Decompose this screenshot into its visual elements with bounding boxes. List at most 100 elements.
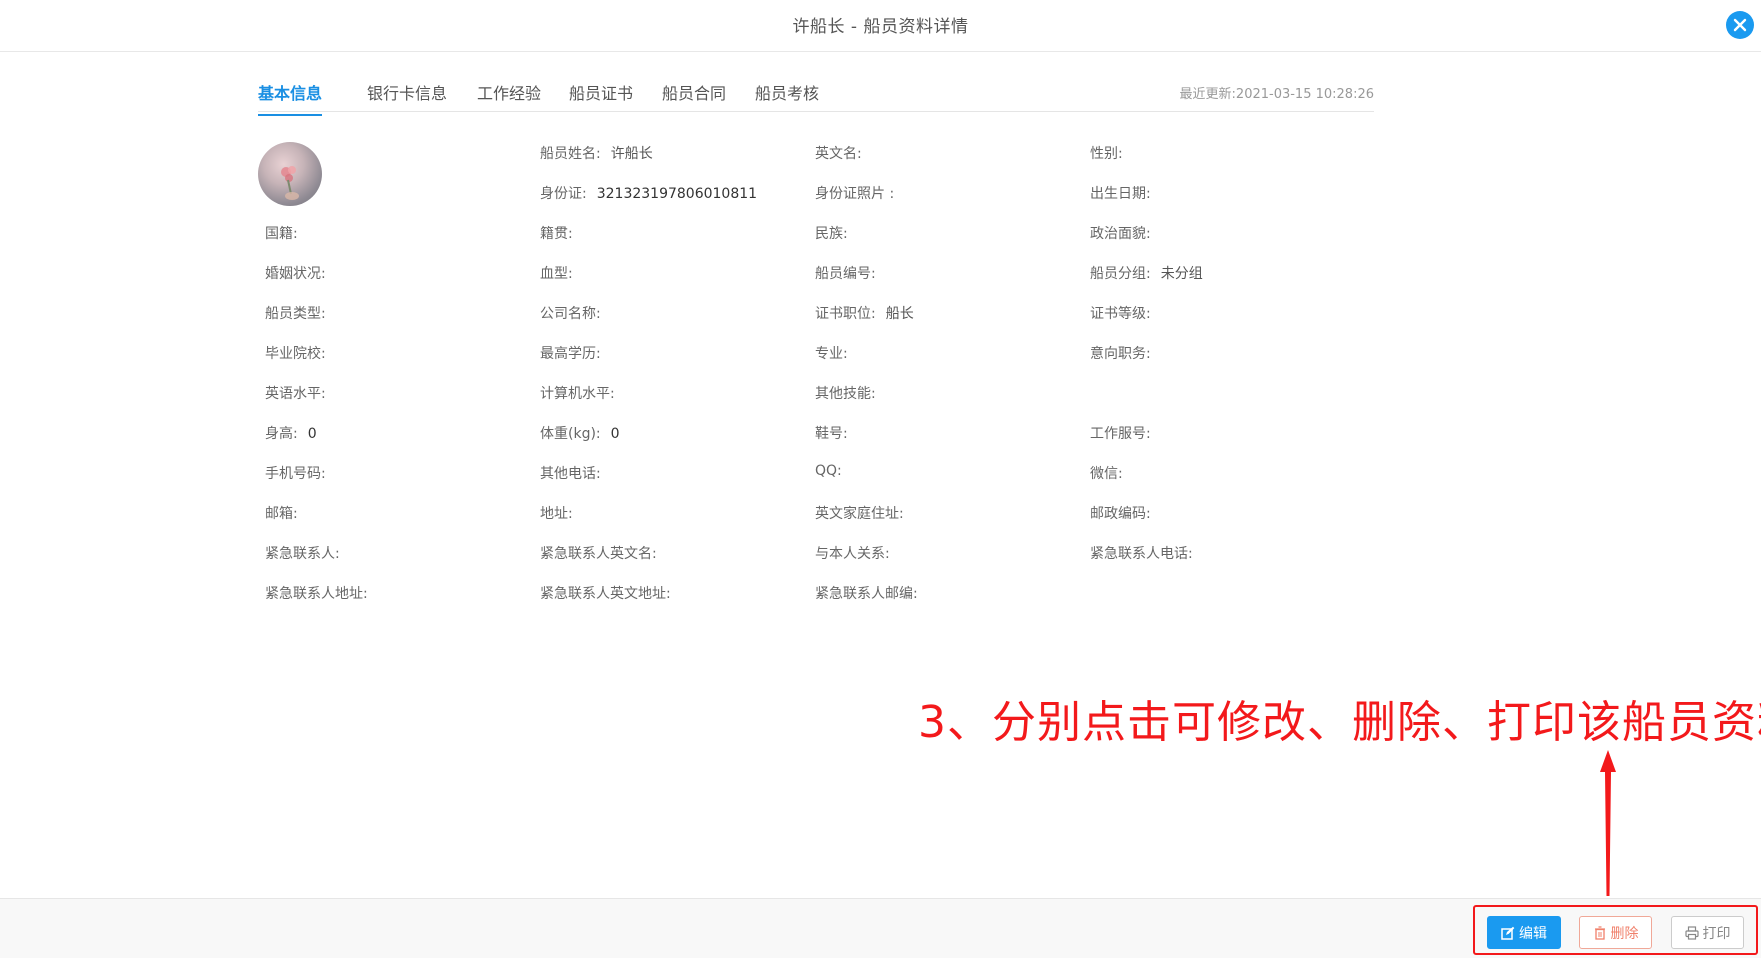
emergency-contact-en-label: 紧急联系人英文名: [540,546,657,562]
field-address: 地址: [540,503,583,523]
tab-work-experience[interactable]: 工作经验 [477,80,541,114]
field-emergency-address: 紧急联系人地址: [265,583,378,603]
emergency-address-en-label: 紧急联系人英文地址: [540,586,671,602]
gender-label: 性别: [1090,146,1123,162]
field-weight: 体重(kg): 0 [540,423,620,443]
other-skills-label: 其他技能: [815,386,876,402]
field-cert-level: 证书等级: [1090,303,1161,323]
edit-button[interactable]: 编辑 [1487,916,1561,949]
english-name-label: 英文名: [815,146,862,162]
mobile-label: 手机号码: [265,466,326,482]
nationality-label: 国籍: [265,226,298,242]
last-update-timestamp: 最近更新:2021-03-15 10:28:26 [1179,87,1374,102]
cert-level-label: 证书等级: [1090,306,1151,322]
avatar [258,142,322,206]
marital-status-label: 婚姻状况: [265,266,326,282]
field-emergency-postcode: 紧急联系人邮编: [815,583,928,603]
printer-icon [1684,925,1699,940]
close-icon [1733,18,1747,32]
postal-code-label: 邮政编码: [1090,506,1151,522]
close-button[interactable] [1726,11,1754,39]
field-major: 专业: [815,343,858,363]
field-height: 身高: 0 [265,423,317,443]
field-ethnicity: 民族: [815,223,858,243]
field-emergency-address-en: 紧急联系人英文地址: [540,583,681,603]
field-marital-status: 婚姻状况: [265,263,336,283]
relationship-label: 与本人关系: [815,546,890,562]
field-native-place: 籍贯: [540,223,583,243]
crew-number-label: 船员编号: [815,266,876,282]
id-photo-label: 身份证照片 : [815,186,895,202]
english-home-address-label: 英文家庭住址: [815,506,904,522]
dialog-header: 许船长 - 船员资料详情 [0,0,1761,52]
intended-position-label: 意向职务: [1090,346,1151,362]
emergency-postcode-label: 紧急联系人邮编: [815,586,918,602]
field-wechat: 微信: [1090,463,1133,483]
delete-button[interactable]: 删除 [1579,916,1652,949]
field-cert-position: 证书职位: 船长 [815,303,914,323]
qq-label: QQ: [815,463,842,479]
crew-name-label: 船员姓名: [540,146,601,162]
computer-level-label: 计算机水平: [540,386,615,402]
education-label: 最高学历: [540,346,601,362]
field-crew-type: 船员类型: [265,303,336,323]
uniform-size-label: 工作服号: [1090,426,1151,442]
field-intended-position: 意向职务: [1090,343,1161,363]
id-card-label: 身份证: [540,186,587,202]
field-english-name: 英文名: [815,143,872,163]
field-english-home-address: 英文家庭住址: [815,503,914,523]
field-crew-group: 船员分组: 未分组 [1090,263,1203,283]
other-phone-label: 其他电话: [540,466,601,482]
tab-bar: 基本信息 银行卡信息 工作经验 船员证书 船员合同 船员考核 最近更新:2021… [258,68,1374,116]
annotation-arrow-icon [1600,750,1616,896]
ethnicity-label: 民族: [815,226,848,242]
crew-group-value: 未分组 [1160,266,1203,282]
field-emergency-contact-en: 紧急联系人英文名: [540,543,667,563]
trash-icon [1594,925,1605,940]
native-place-label: 籍贯: [540,226,573,242]
id-card-value: 321323197806010811 [596,186,758,202]
field-other-phone: 其他电话: [540,463,611,483]
tab-assessment[interactable]: 船员考核 [755,80,819,114]
field-emergency-phone: 紧急联系人电话: [1090,543,1203,563]
crew-type-label: 船员类型: [265,306,326,322]
field-blood-type: 血型: [540,263,583,283]
edit-icon [1501,926,1515,940]
crew-name-value: 许船长 [610,146,653,162]
print-button[interactable]: 打印 [1671,916,1744,949]
major-label: 专业: [815,346,848,362]
cert-position-value: 船长 [885,306,914,322]
field-computer-level: 计算机水平: [540,383,625,403]
field-id-photo: 身份证照片 : [815,183,904,203]
weight-value: 0 [610,426,620,442]
field-english-level: 英语水平: [265,383,336,403]
tab-basic-info[interactable]: 基本信息 [258,80,323,116]
emergency-phone-label: 紧急联系人电话: [1090,546,1193,562]
print-button-label: 打印 [1702,925,1731,942]
tab-contracts[interactable]: 船员合同 [662,80,726,114]
field-uniform-size: 工作服号: [1090,423,1161,443]
tab-certificates[interactable]: 船员证书 [569,80,633,114]
wechat-label: 微信: [1090,466,1123,482]
field-birth-date: 出生日期: [1090,183,1161,203]
height-value: 0 [307,426,317,442]
field-qq: QQ: [815,463,852,479]
tab-bank-card[interactable]: 银行卡信息 [367,80,447,114]
email-label: 邮箱: [265,506,298,522]
address-label: 地址: [540,506,573,522]
weight-label: 体重(kg): [540,426,601,442]
emergency-address-label: 紧急联系人地址: [265,586,368,602]
field-id-card: 身份证: 321323197806010811 [540,183,757,203]
avatar-image [281,166,299,200]
field-education: 最高学历: [540,343,611,363]
field-shoe-size: 鞋号: [815,423,858,443]
field-company-name: 公司名称: [540,303,611,323]
crew-detail-page: 许船长 - 船员资料详情 基本信息 银行卡信息 工作经验 船员证书 船员合同 船… [0,0,1761,958]
political-status-label: 政治面貌: [1090,226,1151,242]
delete-button-label: 删除 [1610,925,1639,942]
emergency-contact-label: 紧急联系人: [265,546,340,562]
cert-position-label: 证书职位: [815,306,876,322]
field-other-skills: 其他技能: [815,383,886,403]
field-relationship: 与本人关系: [815,543,900,563]
field-mobile: 手机号码: [265,463,336,483]
